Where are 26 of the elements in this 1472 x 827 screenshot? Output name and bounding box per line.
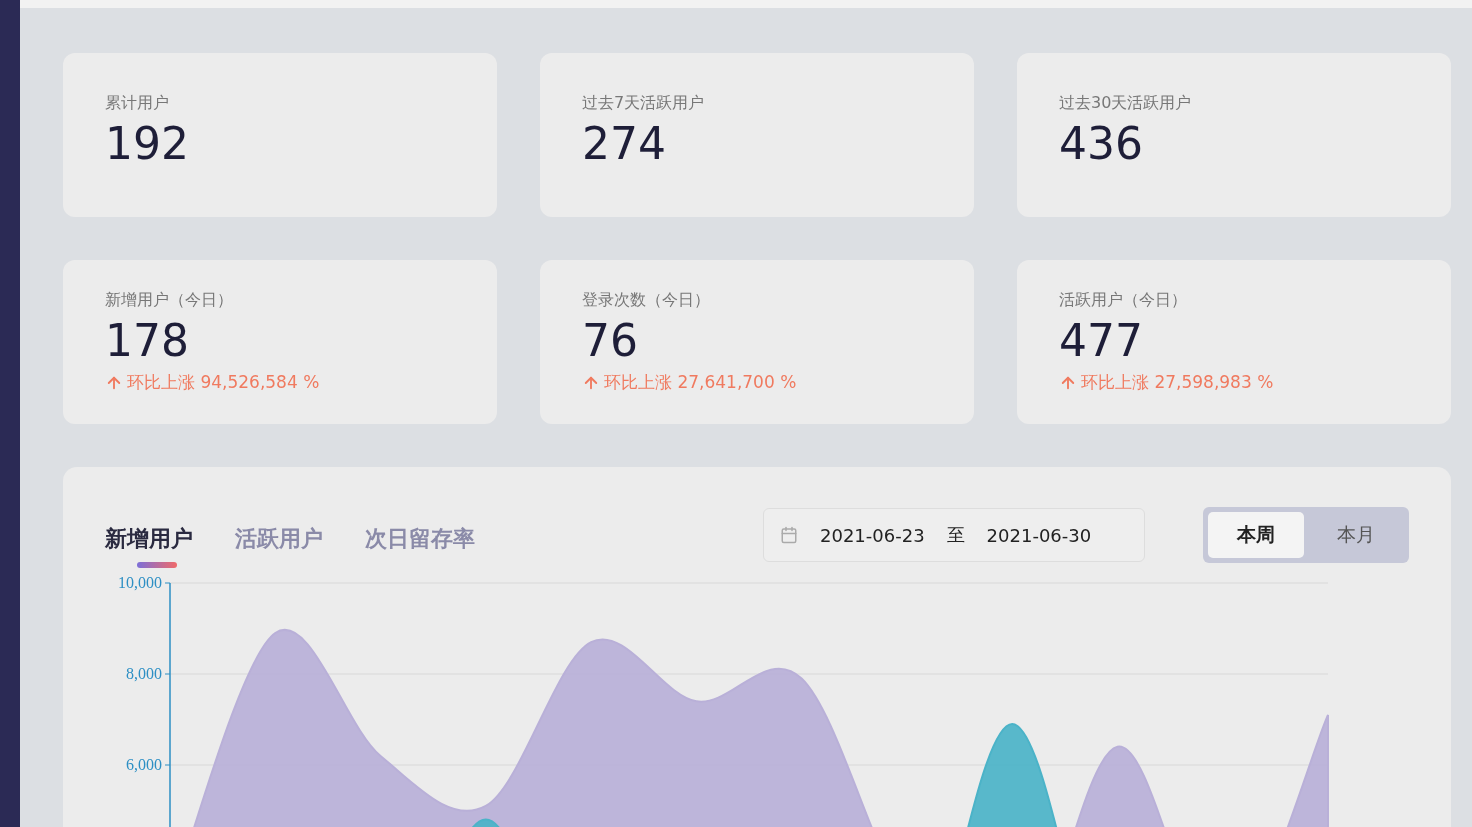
end-date: 2021-06-30 xyxy=(986,524,1092,546)
calendar-icon xyxy=(780,526,798,544)
stat-value: 76 xyxy=(582,314,639,368)
date-range-field[interactable]: 2021-06-23 至 2021-06-30 xyxy=(763,508,1145,562)
stat-label: 活跃用户（今日） xyxy=(1059,290,1188,311)
stat-value: 477 xyxy=(1059,314,1144,368)
trend-text: 环比上涨 27,598,983 % xyxy=(1081,371,1274,394)
stat-value: 178 xyxy=(105,314,190,368)
stat-label: 过去30天活跃用户 xyxy=(1059,93,1193,114)
stat-label: 过去7天活跃用户 xyxy=(582,93,706,114)
stat-label: 登录次数（今日） xyxy=(582,290,711,311)
chart-tab[interactable]: 新增用户 xyxy=(105,514,193,568)
trend-text: 环比上涨 94,526,584 % xyxy=(127,371,320,394)
period-button[interactable]: 本周 xyxy=(1208,512,1304,558)
stat-value: 436 xyxy=(1059,117,1144,171)
axis-label: 8,000 xyxy=(126,665,162,682)
trend-text: 环比上涨 27,641,700 % xyxy=(604,371,797,394)
stat-value: 192 xyxy=(105,117,190,171)
start-date: 2021-06-23 xyxy=(820,524,925,546)
stat-value: 274 xyxy=(582,117,667,171)
period-button[interactable]: 本月 xyxy=(1308,512,1404,558)
stat-label: 新增用户（今日） xyxy=(105,290,234,311)
stat-label: 累计用户 xyxy=(105,93,170,114)
axis-label: 6,000 xyxy=(126,756,162,773)
axis-label: 10,000 xyxy=(118,575,162,591)
range-separator: 至 xyxy=(946,523,965,547)
